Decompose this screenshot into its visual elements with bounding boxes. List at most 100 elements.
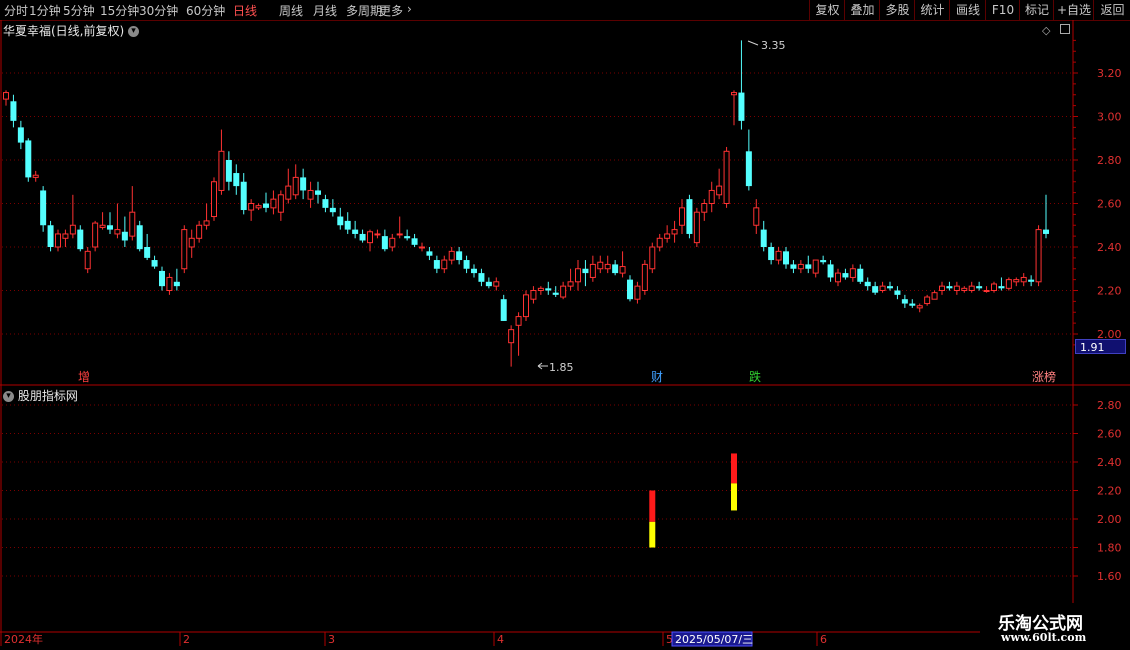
candle	[708, 181, 715, 213]
candle	[315, 181, 321, 204]
candle	[218, 129, 225, 195]
candle-body	[3, 92, 9, 100]
candle-body	[84, 250, 91, 270]
time-label: 6	[820, 633, 827, 646]
sub-y-tick-label: 2.80	[1097, 399, 1122, 412]
candle-body	[367, 231, 373, 244]
candle	[634, 281, 641, 304]
candle	[107, 212, 113, 234]
chevron-down-icon[interactable]: ▾	[3, 391, 14, 402]
candle-body	[1028, 279, 1035, 282]
candle-body	[55, 233, 61, 248]
diamond-icon[interactable]: ◇	[1042, 24, 1050, 37]
low-price-label: 1.85	[549, 361, 574, 374]
candle-body	[485, 281, 492, 287]
candle-body	[745, 151, 752, 187]
candle	[248, 199, 255, 221]
candle-body	[589, 263, 596, 278]
candle-body	[300, 177, 307, 191]
indicator-bar-red	[731, 453, 737, 484]
candle	[619, 251, 626, 278]
candle	[508, 325, 515, 367]
candle-body	[575, 268, 581, 283]
sub-y-tick-label: 2.60	[1097, 428, 1122, 441]
indicator-bar-yellow	[649, 521, 656, 548]
candle	[775, 247, 782, 265]
y-tick-label: 2.40	[1097, 241, 1122, 254]
candle-body	[136, 225, 143, 250]
candle	[151, 255, 158, 269]
candle	[329, 199, 336, 217]
high-price-label: 3.35	[761, 39, 786, 52]
candle-body	[641, 263, 648, 291]
candle	[84, 247, 91, 274]
event-marker: 财	[651, 370, 663, 384]
candle-body	[783, 251, 789, 265]
candle-body	[493, 281, 500, 287]
candle-body	[344, 220, 351, 230]
chevron-down-icon[interactable]: ▾	[128, 26, 140, 37]
candle	[515, 312, 522, 356]
candle	[753, 199, 760, 234]
candle	[77, 225, 84, 252]
candle-body	[10, 101, 17, 121]
candle	[842, 268, 849, 280]
candle	[537, 286, 544, 295]
candle	[367, 229, 373, 252]
candle	[835, 268, 841, 287]
kline-chart[interactable]: 3.20 3.00 2.80 2.60 2.40 2.20 2.00 2.80 2.60 2.40…	[0, 0, 1130, 650]
candle-body	[404, 236, 411, 239]
candle	[270, 190, 277, 215]
candle	[47, 220, 54, 252]
high-arrow	[747, 40, 759, 46]
candle	[344, 212, 351, 234]
candle	[664, 225, 671, 243]
candle	[627, 275, 633, 302]
candle-body	[619, 266, 626, 274]
sub-y-tick-label: 2.20	[1097, 485, 1122, 498]
candle	[129, 186, 136, 241]
candle	[597, 255, 604, 274]
candle-body	[411, 238, 418, 245]
candle	[998, 277, 1005, 291]
y-tick-label: 2.20	[1097, 285, 1122, 298]
candle	[872, 281, 879, 295]
candle-body	[374, 233, 381, 236]
candle-body	[976, 286, 983, 289]
candle	[857, 264, 864, 284]
y-tick-label: 2.80	[1097, 154, 1122, 167]
candle	[894, 286, 901, 300]
candle	[820, 255, 827, 265]
candle	[738, 40, 745, 130]
candle-body	[1035, 229, 1042, 283]
candle-body	[552, 292, 559, 295]
candle	[114, 203, 121, 239]
panel-toggle-icon[interactable]	[1060, 24, 1070, 34]
candle	[411, 233, 418, 247]
candle-body	[144, 247, 151, 258]
candle	[433, 255, 440, 274]
candle-body	[225, 160, 232, 182]
candle	[1035, 225, 1042, 287]
candle-body	[775, 250, 782, 261]
candle-body	[389, 237, 396, 248]
candle-body	[708, 189, 715, 204]
candle	[136, 220, 143, 252]
candle	[144, 233, 151, 261]
candle	[983, 286, 990, 293]
candle-body	[307, 189, 314, 200]
candle	[188, 229, 195, 258]
candle-body	[396, 233, 403, 236]
candle	[292, 164, 299, 200]
candle	[731, 90, 737, 126]
candle	[693, 207, 700, 247]
candle-body	[277, 194, 284, 213]
candle	[419, 242, 425, 252]
candle-body	[827, 264, 834, 278]
candle-body	[916, 305, 923, 309]
candle	[159, 266, 165, 291]
candle	[255, 203, 262, 211]
candle	[32, 170, 39, 182]
candle-body	[322, 199, 329, 208]
candle-body	[255, 205, 262, 209]
